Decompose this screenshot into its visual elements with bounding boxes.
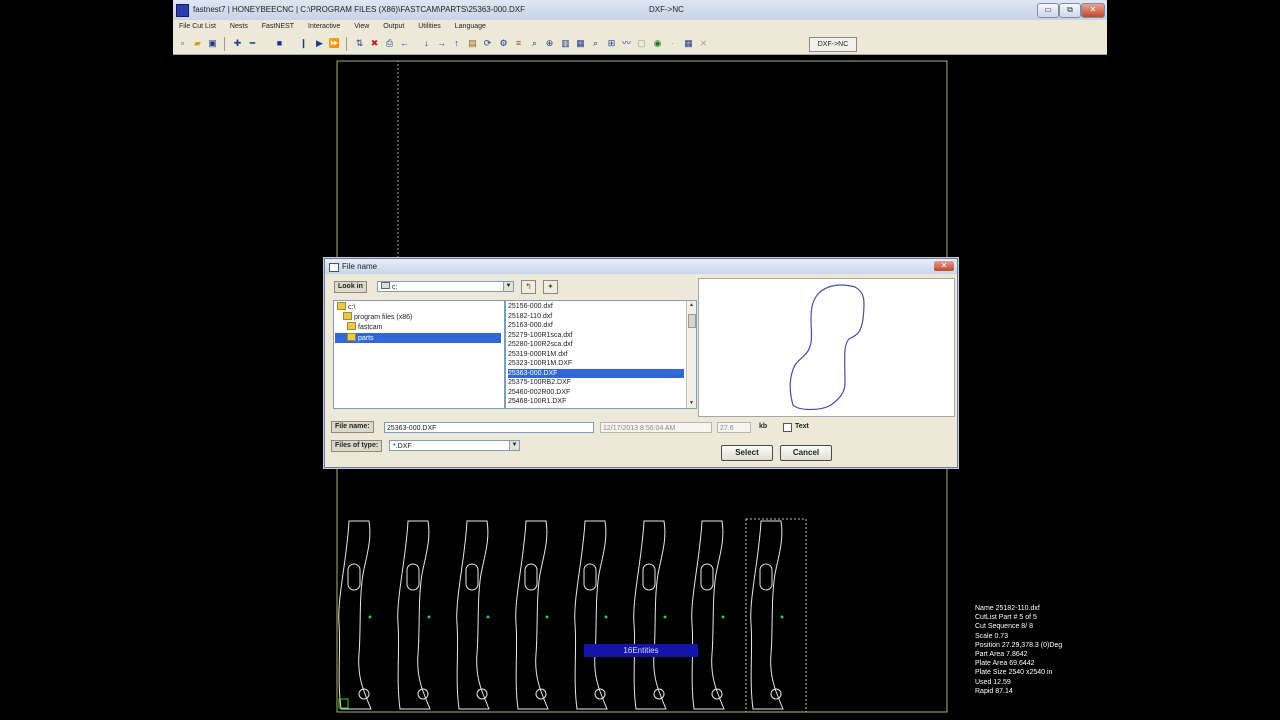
dir-item-program-files[interactable]: program files (x86) bbox=[343, 312, 412, 322]
dir-item-parts[interactable]: parts bbox=[335, 333, 501, 343]
text-checkbox[interactable] bbox=[783, 423, 792, 432]
info-name: Name 25182-110.dxf bbox=[975, 605, 1040, 612]
info-scale: Scale 0.73 bbox=[975, 632, 1009, 640]
file-item[interactable]: 25323-100R1M.DXF bbox=[508, 359, 684, 369]
new-folder-icon[interactable]: ✦ bbox=[543, 280, 558, 294]
select-button[interactable]: Select bbox=[721, 445, 773, 461]
cancel-button[interactable]: Cancel bbox=[780, 445, 832, 461]
file-item[interactable]: 25468-100R1.DXF bbox=[508, 397, 684, 407]
selected-part-box bbox=[745, 518, 807, 713]
file-date-field: 12/17/2013 8:56:04 AM bbox=[600, 422, 712, 433]
file-preview bbox=[698, 278, 955, 417]
file-item[interactable]: 25182-110.dxf bbox=[508, 312, 684, 322]
nested-part-5 bbox=[574, 520, 608, 710]
entities-status: 16Entities bbox=[584, 644, 698, 657]
info-cutlist-part: CutList Part # 5 of 5 bbox=[975, 614, 1037, 622]
folder-icon bbox=[347, 322, 356, 330]
dir-item-fastcam[interactable]: fastcam bbox=[347, 322, 383, 332]
file-size-field: 27.6 bbox=[717, 422, 751, 433]
info-part-area: Part Area 7.8642 bbox=[975, 651, 1028, 659]
info-used: Used 12.59 bbox=[975, 678, 1011, 686]
info-plate-size: Plate Size 2540 x2540 in bbox=[975, 669, 1053, 677]
scroll-thumb[interactable] bbox=[688, 314, 696, 328]
file-item[interactable]: 25279-100R1sca.dxf bbox=[508, 331, 684, 341]
file-item[interactable]: 25163-000.dxf bbox=[508, 321, 684, 331]
dialog-close-button[interactable]: ✕ bbox=[934, 261, 954, 271]
part-preview-drawing bbox=[789, 284, 865, 411]
directory-list[interactable]: c:\ program files (x86) fastcam parts bbox=[333, 300, 505, 409]
folder-icon bbox=[343, 312, 352, 320]
info-position: Position 27.29,378.3 (0)Deg bbox=[975, 641, 1063, 649]
dialog-title-bar: File name ✕ bbox=[325, 259, 957, 274]
look-in-label: Look in bbox=[334, 281, 367, 293]
scroll-down-icon[interactable]: ▼ bbox=[687, 399, 696, 408]
file-open-dialog: File name ✕ Look in c: ▼ ↰ ✦ c:\ program… bbox=[324, 258, 958, 468]
part-bounding-box bbox=[336, 60, 399, 260]
text-checkbox-label: Text bbox=[795, 423, 809, 430]
chevron-down-icon[interactable]: ▼ bbox=[503, 282, 513, 291]
dialog-title: File name bbox=[342, 262, 378, 271]
look-in-value: c: bbox=[392, 284, 398, 291]
file-item[interactable]: 25319-000R1M.dxf bbox=[508, 350, 684, 360]
drive-icon bbox=[381, 282, 390, 289]
nested-part-2 bbox=[397, 520, 431, 710]
file-name-input[interactable]: 25363-000.DXF bbox=[384, 422, 594, 433]
file-item[interactable]: 25156-000.dxf bbox=[508, 302, 684, 312]
file-item[interactable]: 25375-100RB2.DXF bbox=[508, 378, 684, 388]
chevron-down-icon[interactable]: ▼ bbox=[509, 441, 519, 450]
scroll-up-icon[interactable]: ▲ bbox=[687, 301, 696, 310]
file-name-label: File name: bbox=[331, 421, 374, 433]
dir-item-root[interactable]: c:\ bbox=[337, 302, 355, 312]
file-item[interactable]: 25280-100R2sca.dxf bbox=[508, 340, 684, 350]
files-of-type-label: Files of type: bbox=[331, 440, 383, 452]
preview-part-outline bbox=[789, 284, 865, 411]
file-item-selected[interactable]: 25363-000.DXF bbox=[508, 368, 684, 378]
files-of-type-value: *.DXF bbox=[393, 443, 412, 450]
file-size-unit: kb bbox=[759, 423, 768, 430]
nested-part-7 bbox=[691, 520, 725, 710]
part-sequence-markers bbox=[368, 615, 784, 619]
folder-icon bbox=[337, 302, 346, 310]
file-list[interactable]: 25156-000.dxf 25182-110.dxf 25163-000.dx… bbox=[505, 300, 697, 409]
info-plate-area: Plate Area 69.6442 bbox=[975, 660, 1035, 668]
files-of-type-select[interactable]: *.DXF ▼ bbox=[389, 440, 520, 451]
nested-part-4 bbox=[515, 520, 549, 710]
nested-part-3 bbox=[456, 520, 490, 710]
folder-icon bbox=[347, 333, 356, 341]
nested-part-1 bbox=[338, 520, 372, 710]
dialog-window-icon bbox=[329, 263, 339, 272]
file-list-scrollbar[interactable]: ▲ ▼ bbox=[686, 301, 696, 408]
nested-part-6 bbox=[633, 520, 667, 710]
info-rapid: Rapid 87.14 bbox=[975, 687, 1013, 695]
nested-parts bbox=[338, 520, 784, 710]
nested-part-8 bbox=[750, 520, 784, 710]
look-in-select[interactable]: c: ▼ bbox=[377, 281, 514, 292]
file-item[interactable]: 25460-002R00.DXF bbox=[508, 388, 684, 398]
info-cut-sequence: Cut Sequence 8/ 8 bbox=[975, 623, 1033, 631]
part-info-panel: Name 25182-110.dxf CutList Part # 5 of 5… bbox=[975, 604, 1062, 696]
up-folder-icon[interactable]: ↰ bbox=[521, 280, 536, 294]
